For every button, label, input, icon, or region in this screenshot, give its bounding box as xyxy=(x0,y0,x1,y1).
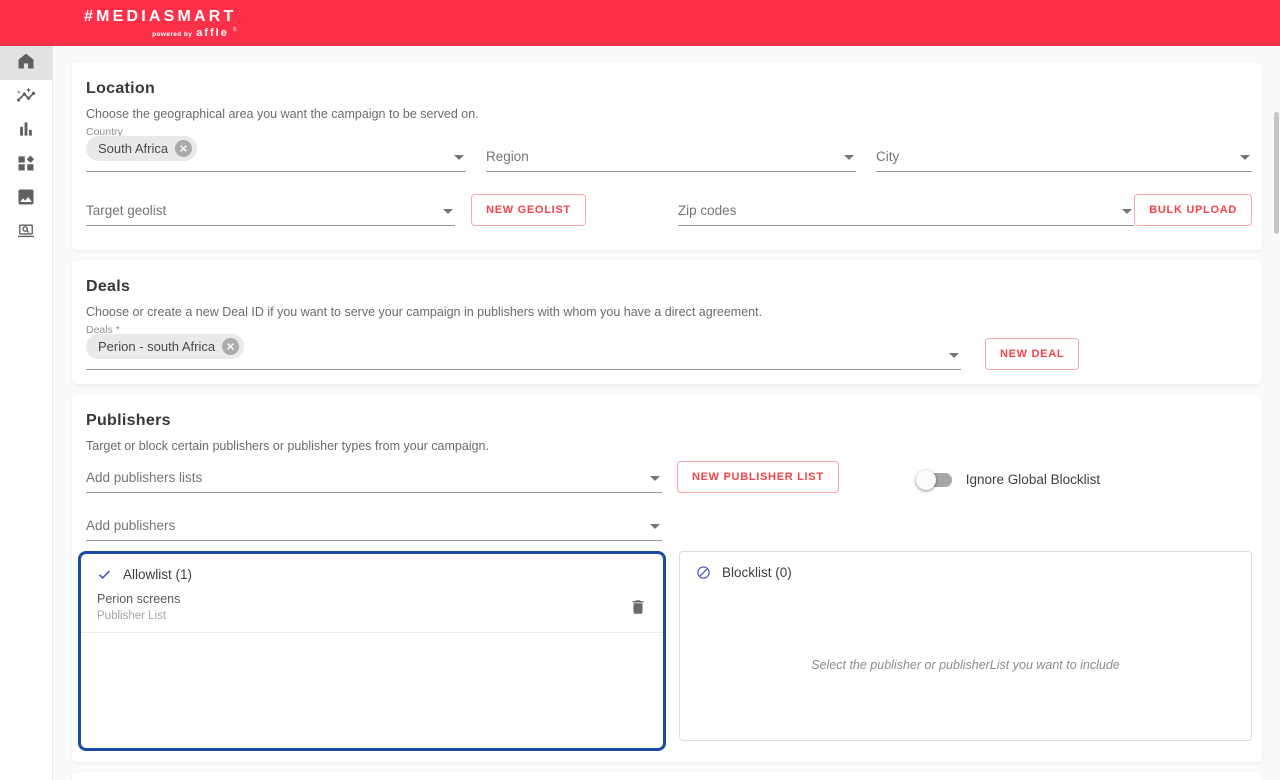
sidebar-item-dashboard[interactable] xyxy=(0,148,52,182)
chevron-down-icon xyxy=(1122,209,1133,214)
region-select[interactable]: Region xyxy=(486,138,856,172)
affle-logo: affle xyxy=(196,26,229,39)
deals-select[interactable]: Perion - south Africa xyxy=(86,334,961,371)
deals-subtitle: Choose or create a new Deal ID if you wa… xyxy=(86,305,763,320)
deals-title: Deals xyxy=(86,278,131,296)
target-geolist-placeholder: Target geolist xyxy=(86,203,167,218)
chevron-down-icon xyxy=(844,155,854,160)
dashboard-icon xyxy=(16,153,36,178)
zip-codes-placeholder: Zip codes xyxy=(677,203,737,218)
deal-chip[interactable]: Perion - south Africa xyxy=(86,334,245,360)
country-select[interactable]: South Africa xyxy=(86,136,466,172)
location-subtitle: Choose the geographical area you want th… xyxy=(86,107,479,121)
toggle-track[interactable] xyxy=(915,469,952,490)
sidebar-item-discovery[interactable] xyxy=(0,216,52,250)
allowlist-item-name: Perion screens xyxy=(97,592,181,607)
chip-remove-icon[interactable] xyxy=(222,338,240,356)
publishers-subtitle: Target or block certain publishers or pu… xyxy=(86,439,489,454)
chevron-down-icon xyxy=(454,155,464,160)
deal-chip-label: Perion - south Africa xyxy=(98,339,216,355)
add-publishers-select[interactable]: Add publishers xyxy=(86,513,662,542)
blocklist-empty-text: Select the publisher or publisherList yo… xyxy=(811,657,1120,672)
chevron-down-icon xyxy=(949,353,959,359)
chevron-down-icon xyxy=(1240,155,1250,160)
sidebar-item-creatives[interactable] xyxy=(0,182,52,216)
publishers-section: Publishers Target or block certain publi… xyxy=(72,394,1262,763)
country-chip[interactable]: South Africa xyxy=(86,136,198,161)
target-geolist-select[interactable]: Target geolist xyxy=(86,198,456,226)
toggle-knob[interactable] xyxy=(915,469,936,490)
check-icon xyxy=(98,570,111,580)
screen-search-icon xyxy=(16,221,36,246)
add-publisher-lists-placeholder: Add publishers lists xyxy=(86,470,203,486)
powered-by-label: powered by xyxy=(152,30,193,38)
ignore-global-blocklist-label: Ignore Global Blocklist xyxy=(965,472,1101,488)
insights-chart-icon xyxy=(16,85,36,110)
bar-chart-icon xyxy=(16,119,36,144)
image-icon xyxy=(16,187,36,212)
deals-field-label: Deals * xyxy=(86,324,120,337)
allowlist-panel: Allowlist (1) Perion screens Publisher L… xyxy=(78,551,666,752)
main-content: Location Choose the geographical area yo… xyxy=(53,46,1280,780)
city-select[interactable]: City xyxy=(876,138,1252,172)
allowlist-item: Perion screens Publisher List xyxy=(81,591,663,634)
add-publisher-lists-select[interactable]: Add publishers lists xyxy=(86,465,662,494)
chevron-down-icon xyxy=(443,209,454,214)
country-chip-label: South Africa xyxy=(98,141,169,156)
allowlist-item-type: Publisher List xyxy=(97,610,167,623)
delete-icon[interactable] xyxy=(629,598,647,616)
blocklist-panel: Blocklist (0) Select the publisher or pu… xyxy=(679,551,1252,742)
new-deal-button[interactable]: NEW DEAL xyxy=(985,338,1080,371)
new-geolist-button[interactable]: NEW GEOLIST xyxy=(471,194,586,226)
sidebar-item-insights[interactable] xyxy=(0,80,52,114)
chevron-down-icon xyxy=(650,476,660,482)
location-title: Location xyxy=(86,80,156,97)
city-placeholder: City xyxy=(876,149,900,164)
location-section: Location Choose the geographical area yo… xyxy=(72,62,1262,251)
ignore-global-blocklist-toggle[interactable]: Ignore Global Blocklist xyxy=(915,469,1101,490)
new-publisher-list-button[interactable]: NEW PUBLISHER LIST xyxy=(677,461,839,494)
chip-remove-icon[interactable] xyxy=(175,140,193,157)
blocklist-header: Blocklist (0) xyxy=(722,565,792,581)
bulk-upload-button[interactable]: BULK UPLOAD xyxy=(1134,194,1252,226)
home-icon xyxy=(16,51,36,76)
chevron-down-icon xyxy=(650,524,660,530)
deals-section: Deals Choose or create a new Deal ID if … xyxy=(72,260,1262,385)
allowlist-header: Allowlist (1) xyxy=(123,567,193,583)
app-header: #MEDIASMART powered by affle ® xyxy=(0,0,1280,46)
brand-wordmark: #MEDIASMART xyxy=(84,7,237,25)
registered-mark: ® xyxy=(232,26,237,33)
add-publishers-placeholder: Add publishers xyxy=(86,518,176,534)
scrollbar[interactable] xyxy=(1274,112,1279,234)
region-placeholder: Region xyxy=(486,149,529,164)
sidebar-nav xyxy=(0,46,53,780)
zip-codes-select[interactable]: Zip codes xyxy=(677,198,1135,226)
sidebar-item-reports[interactable] xyxy=(0,114,52,148)
next-card-partial xyxy=(72,772,1262,780)
publishers-title: Publishers xyxy=(86,412,171,430)
brand-logo[interactable]: #MEDIASMART powered by affle ® xyxy=(84,8,237,39)
sidebar-item-home[interactable] xyxy=(0,46,52,80)
block-icon xyxy=(697,566,710,580)
country-label: Country xyxy=(86,126,123,138)
